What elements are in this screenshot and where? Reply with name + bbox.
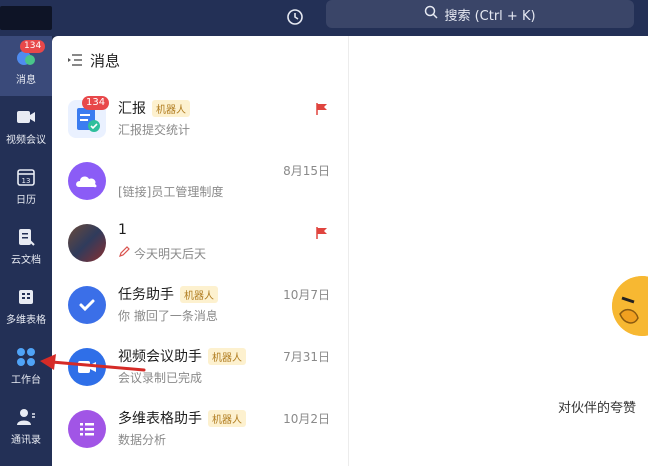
rail-item-label: 通讯录 <box>11 434 41 446</box>
collapse-menu-icon[interactable] <box>68 52 82 70</box>
bot-tag: 机器人 <box>208 347 246 365</box>
rail-item-bitable[interactable]: 多维表格 <box>0 276 52 336</box>
message-title: 1 <box>118 222 127 238</box>
video-icon <box>16 107 36 127</box>
rail-item-video[interactable]: 视频会议 <box>0 96 52 156</box>
chat-name: 多维表格助手 <box>118 411 202 427</box>
left-rail: 134 消息 视频会议 13 日历 云文档 多维表格 工作台 通讯录 <box>0 36 52 466</box>
bot-tag: 机器人 <box>152 99 190 117</box>
top-bar: 搜索 (Ctrl + K) <box>0 0 648 36</box>
message-date: 7月31日 <box>283 350 330 364</box>
rail-item-label: 日历 <box>16 194 36 206</box>
message-preview: 汇报提交统计 <box>118 123 191 137</box>
rail-item-label: 多维表格 <box>6 314 46 326</box>
group-avatar <box>68 162 106 200</box>
rail-item-messages[interactable]: 134 消息 <box>0 36 52 96</box>
svg-text:13: 13 <box>22 177 31 185</box>
unread-badge: 134 <box>20 40 46 53</box>
message-title: 多维表格助手 机器人 <box>118 408 246 428</box>
praise-caption: 对伙伴的夸赞 <box>558 401 637 416</box>
rail-item-label: 消息 <box>16 74 36 86</box>
history-icon[interactable] <box>284 6 306 28</box>
content-area: 对伙伴的夸赞 <box>348 36 648 466</box>
message-preview: [链接]员工管理制度 <box>118 185 224 199</box>
flag-icon[interactable] <box>316 224 328 243</box>
list-item[interactable]: 1 今天明天后天 <box>52 212 348 274</box>
chat-name: 汇报 <box>118 101 146 117</box>
rail-item-label: 云文档 <box>11 254 41 266</box>
search-icon <box>424 5 438 23</box>
panel-title: 消息 <box>90 52 121 70</box>
preview-text: 今天明天后天 <box>134 247 207 261</box>
rail-item-calendar[interactable]: 13 日历 <box>0 156 52 216</box>
list-item[interactable]: 任务助手 机器人 你 撤回了一条消息 10月7日 <box>52 274 348 336</box>
search-label: 搜索 (Ctrl + K) <box>444 8 536 24</box>
rail-item-docs[interactable]: 云文档 <box>0 216 52 276</box>
bot-tag: 机器人 <box>180 285 218 303</box>
contacts-icon <box>16 407 36 427</box>
bitable-assistant-avatar <box>68 410 106 448</box>
panel-header: 消息 <box>68 50 120 71</box>
list-item[interactable]: [链接]员工管理制度 8月15日 <box>52 150 348 212</box>
list-item[interactable]: 多维表格助手 机器人 数据分析 10月2日 <box>52 398 348 460</box>
message-date: 10月2日 <box>283 412 330 426</box>
divider <box>348 36 349 466</box>
unread-badge: 134 <box>82 96 110 110</box>
message-title: 汇报 机器人 <box>118 98 190 118</box>
message-preview: 数据分析 <box>118 433 167 447</box>
app-logo <box>0 6 52 30</box>
search-box[interactable]: 搜索 (Ctrl + K) <box>326 0 634 28</box>
document-icon <box>16 227 36 247</box>
message-title: 任务助手 机器人 <box>118 284 218 304</box>
message-preview: 你 撤回了一条消息 <box>118 309 218 323</box>
flag-icon[interactable] <box>316 100 328 119</box>
task-assistant-avatar <box>68 286 106 324</box>
list-item[interactable]: 134 汇报 机器人 汇报提交统计 <box>52 88 348 150</box>
table-icon <box>16 287 36 307</box>
message-list-panel: 消息 134 汇报 机器人 汇报提交统计 [链接]员工管理制度 8月15日 1 <box>52 36 348 466</box>
draft-pencil-icon <box>118 246 130 261</box>
message-date: 8月15日 <box>283 164 330 178</box>
user-avatar <box>68 224 106 262</box>
bot-tag: 机器人 <box>208 409 246 427</box>
calendar-icon: 13 <box>16 167 36 187</box>
rail-item-contacts[interactable]: 通讯录 <box>0 396 52 456</box>
rail-item-label: 视频会议 <box>6 134 46 146</box>
message-date: 10月7日 <box>283 288 330 302</box>
annotation-arrow <box>40 354 146 372</box>
mascot-illustration <box>612 276 648 336</box>
chat-name: 任务助手 <box>118 287 174 303</box>
chat-name: 1 <box>118 222 127 238</box>
apps-icon <box>16 347 36 367</box>
message-preview: 今天明天后天 <box>118 245 206 262</box>
